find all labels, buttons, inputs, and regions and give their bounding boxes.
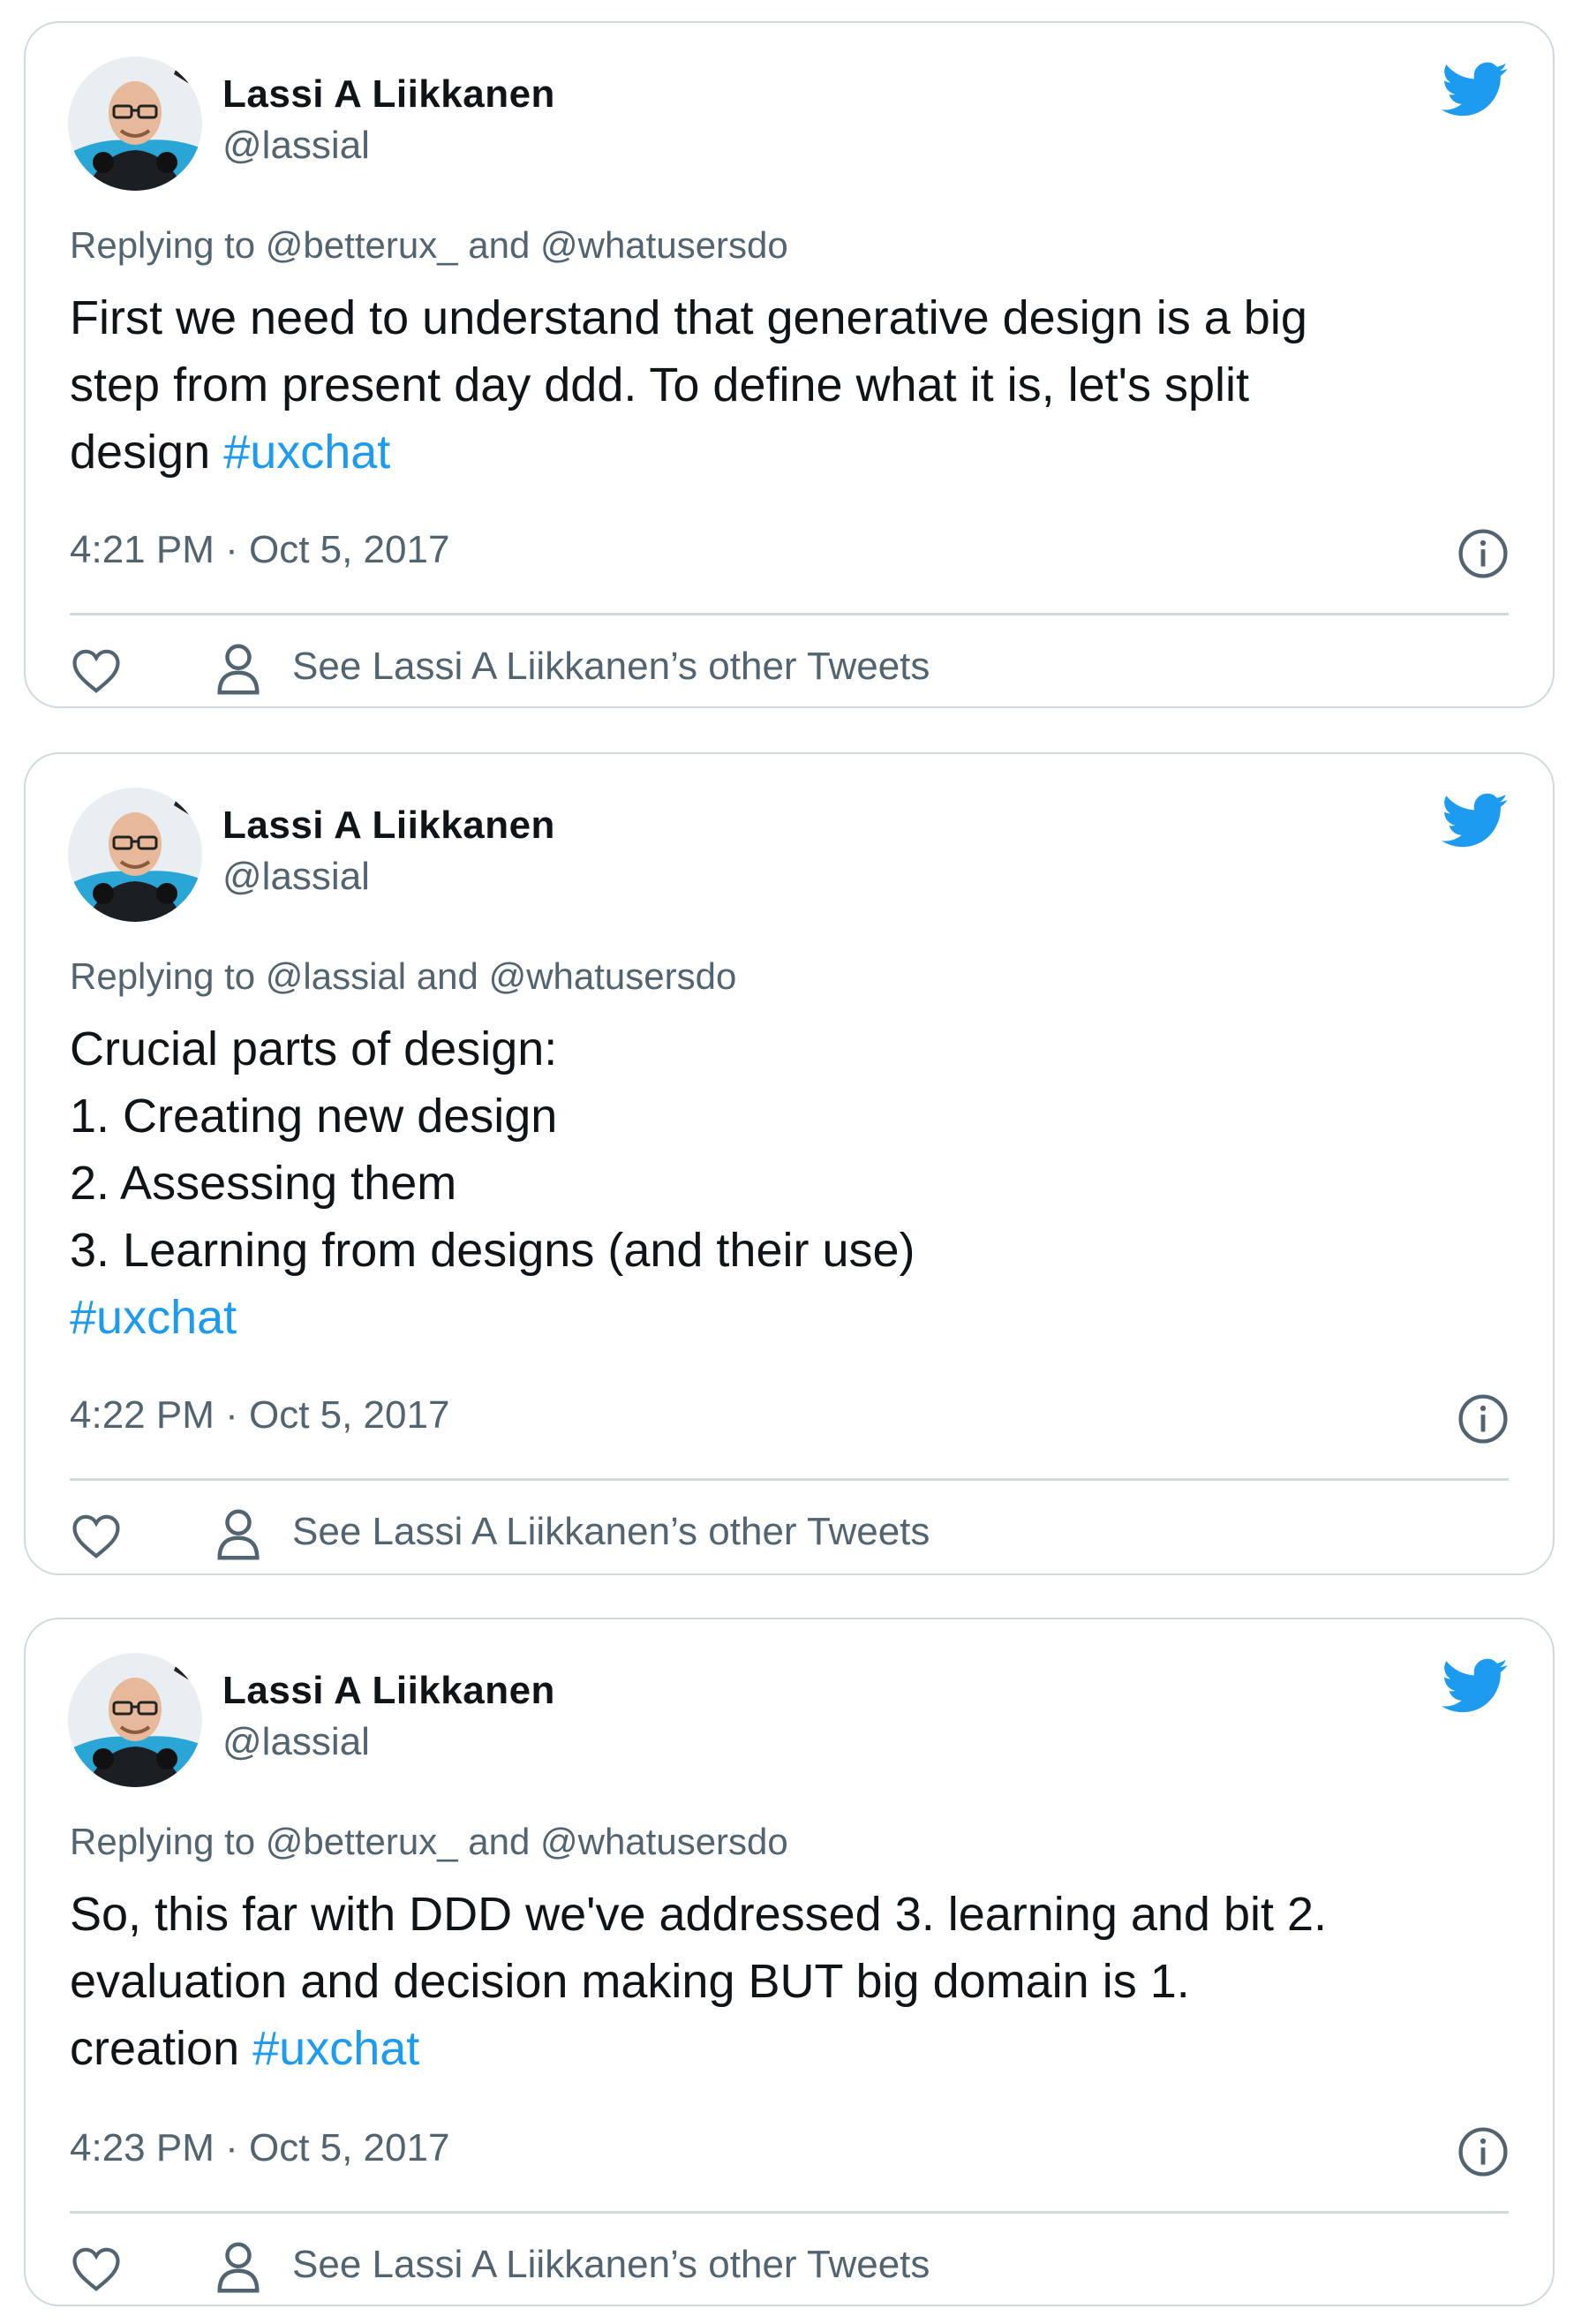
see-other-tweets-link[interactable]: See Lassi A Liikkanen’s other Tweets [292,1510,930,1554]
tweet-text-line: 2. Assessing them [70,1157,457,1210]
replying-and: and [468,224,531,266]
divider [70,1478,1509,1481]
author-handle[interactable]: @lassial [222,855,370,899]
tweet-text-line: First we need to understand that generat… [70,291,1307,344]
tweet-text-line: step from present day ddd. To define wha… [70,358,1249,411]
tweet-timestamp[interactable]: 4:21 PM · Oct 5, 2017 [70,528,449,572]
tweet-timestamp[interactable]: 4:23 PM · Oct 5, 2017 [70,2126,449,2170]
tweet-text-line: evaluation and decision making BUT big d… [70,1955,1190,2008]
tweet-text-line: creation #uxchat [70,2015,1526,2082]
mention-link[interactable]: @betterux_ [266,224,458,266]
author-handle[interactable]: @lassial [222,1720,370,1764]
heart-icon[interactable] [72,2246,121,2292]
tweet-text-fragment: creation [70,2022,240,2075]
see-other-tweets-link[interactable]: See Lassi A Liikkanen’s other Tweets [292,645,930,689]
avatar[interactable] [68,57,202,191]
tweet-text-line: design #uxchat [70,419,1526,486]
twitter-bird-icon[interactable] [1442,62,1509,118]
tweet-text: Crucial parts of design: 1. Creating new… [70,1015,1526,1351]
tweet-card[interactable]: Lassi A Liikkanen @lassial Replying to @… [24,1618,1555,2306]
tweet-text-line: Crucial parts of design: [70,1022,558,1075]
mention-link[interactable]: @betterux_ [266,1821,458,1862]
author-name[interactable]: Lassi A Liikkanen [222,804,555,848]
tweet-text-line: So, this far with DDD we've addressed 3.… [70,1888,1328,1941]
replying-and: and [416,955,478,997]
info-icon[interactable] [1457,1393,1509,1445]
avatar[interactable] [68,1653,202,1787]
tweet-text: First we need to understand that generat… [70,284,1526,486]
divider [70,2211,1509,2214]
mention-link[interactable]: @whatusersdo [489,955,737,997]
info-icon[interactable] [1457,528,1509,579]
replying-to: Replying to @lassial and @whatusersdo [70,955,736,998]
hashtag-link[interactable]: #uxchat [223,426,390,479]
replying-and: and [468,1821,531,1862]
author-name[interactable]: Lassi A Liikkanen [222,72,555,117]
author-name[interactable]: Lassi A Liikkanen [222,1669,555,1713]
mention-link[interactable]: @whatusersdo [540,1821,788,1862]
twitter-bird-icon[interactable] [1442,1658,1509,1715]
replying-prefix: Replying to [70,955,256,997]
author-handle[interactable]: @lassial [222,124,370,168]
tweet-text: So, this far with DDD we've addressed 3.… [70,1881,1526,2082]
tweet-text-line: 3. Learning from designs (and their use) [70,1224,915,1277]
replying-to: Replying to @betterux_ and @whatusersdo [70,1821,788,1863]
tweet-timestamp[interactable]: 4:22 PM · Oct 5, 2017 [70,1393,449,1437]
hashtag-link[interactable]: #uxchat [252,2022,419,2075]
info-icon[interactable] [1457,2126,1509,2177]
person-icon [217,644,260,695]
tweet-text-fragment: design [70,426,211,479]
hashtag-link[interactable]: #uxchat [70,1291,237,1344]
heart-icon[interactable] [72,648,121,694]
replying-to: Replying to @betterux_ and @whatusersdo [70,224,788,267]
divider [70,613,1509,615]
replying-prefix: Replying to [70,1821,256,1862]
person-icon [217,2242,260,2293]
see-other-tweets-link[interactable]: See Lassi A Liikkanen’s other Tweets [292,2243,930,2287]
heart-icon[interactable] [72,1513,121,1559]
tweet-text-line: 1. Creating new design [70,1090,558,1143]
person-icon [217,1509,260,1560]
replying-prefix: Replying to [70,224,256,266]
tweet-card[interactable]: Lassi A Liikkanen @lassial Replying to @… [24,752,1555,1575]
tweet-text-line: #uxchat [70,1284,1526,1351]
mention-link[interactable]: @whatusersdo [540,224,788,266]
twitter-bird-icon[interactable] [1442,793,1509,849]
mention-link[interactable]: @lassial [266,955,406,997]
avatar[interactable] [68,788,202,922]
tweet-card[interactable]: Lassi A Liikkanen @lassial Replying to @… [24,21,1555,708]
